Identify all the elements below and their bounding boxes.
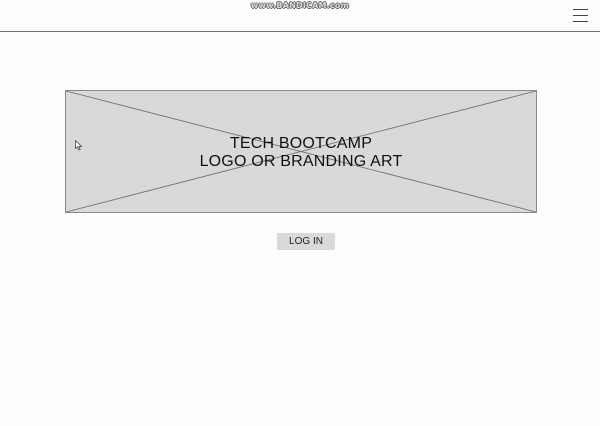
menu-line — [573, 21, 588, 22]
placeholder-line-2: LOGO OR BRANDING ART — [199, 153, 403, 170]
menu-line — [573, 15, 588, 16]
login-button[interactable]: LOG IN — [277, 233, 335, 250]
placeholder-caption: TECH BOOTCAMP LOGO OR BRANDING ART — [66, 135, 536, 171]
mouse-pointer-icon — [75, 140, 83, 151]
menu-line — [573, 9, 588, 10]
top-nav-bar — [0, 0, 600, 32]
placeholder-line-1: TECH BOOTCAMP — [229, 135, 373, 152]
hamburger-menu-icon[interactable] — [573, 9, 588, 23]
logo-placeholder-image: TECH BOOTCAMP LOGO OR BRANDING ART — [65, 90, 537, 213]
